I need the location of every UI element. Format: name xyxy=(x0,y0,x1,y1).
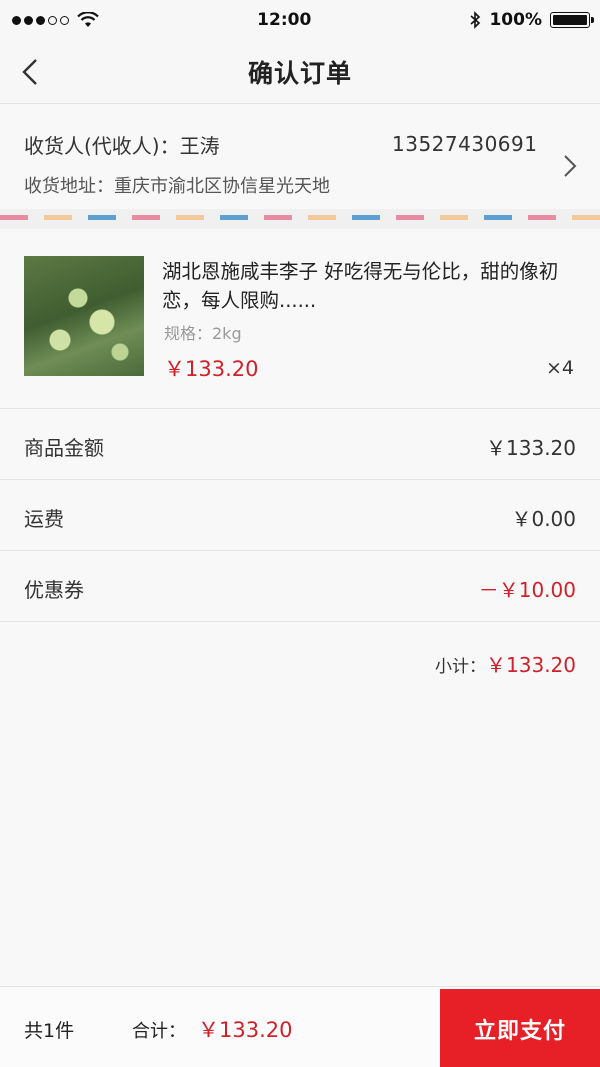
product-item[interactable]: 湖北恩施咸丰李子 好吃得无与伦比，甜的像初恋，每人限购...... 规格：2kg… xyxy=(0,229,600,409)
status-time: 12:00 xyxy=(257,10,312,30)
airmail-stripe-divider xyxy=(0,215,600,220)
fee-label: 商品金额 xyxy=(24,436,104,460)
checkout-bar: 共1件 合计： ￥133.20 立即支付 xyxy=(0,986,600,1067)
item-count: 共1件 xyxy=(24,1020,75,1042)
pay-now-button[interactable]: 立即支付 xyxy=(440,989,600,1067)
fee-value: ￥0.00 xyxy=(511,507,576,531)
product-title: 湖北恩施咸丰李子 好吃得无与伦比，甜的像初恋，每人限购...... xyxy=(162,260,559,312)
recipient-phone: 13527430691 xyxy=(392,132,538,156)
nav-bar: 确认订单 xyxy=(0,40,600,104)
fee-value: ￥133.20 xyxy=(486,436,576,460)
shipping-address-card[interactable]: 收货人(代收人)：王涛 13527430691 收货地址：重庆市渝北区协信星光天… xyxy=(0,104,600,209)
status-left xyxy=(12,12,99,28)
fee-label: 运费 xyxy=(24,507,64,531)
recipient-name: 收货人(代收人)：王涛 xyxy=(24,134,220,158)
page-title: 确认订单 xyxy=(247,58,352,88)
subtotal: 小计： ￥133.20 xyxy=(435,649,576,678)
subtotal-value: ￥133.20 xyxy=(486,653,576,677)
total-label: 合计： xyxy=(132,1021,186,1042)
total-value: ￥133.20 xyxy=(198,1018,293,1042)
product-quantity: ×4 xyxy=(545,357,574,379)
bluetooth-icon xyxy=(470,11,481,29)
shipping-address: 收货地址：重庆市渝北区协信星光天地 xyxy=(24,176,330,197)
back-button[interactable] xyxy=(10,52,50,92)
chevron-right-icon xyxy=(564,155,577,177)
product-price: ￥133.20 xyxy=(164,357,259,381)
fee-label: 优惠券 xyxy=(24,578,84,602)
signal-strength-icon xyxy=(12,15,69,25)
product-image xyxy=(24,256,144,376)
product-spec: 规格：2kg xyxy=(164,324,242,343)
chevron-left-icon xyxy=(22,59,37,85)
status-right: 100% xyxy=(469,10,594,30)
battery-percent: 100% xyxy=(489,10,542,30)
battery-icon xyxy=(550,12,594,28)
fee-row-coupon[interactable]: 优惠券 －￥10.00 xyxy=(0,551,600,622)
wifi-icon xyxy=(77,12,99,27)
subtotal-label: 小计： xyxy=(435,657,487,677)
fee-row-goods-amount: 商品金额 ￥133.20 xyxy=(0,409,600,480)
fee-row-shipping: 运费 ￥0.00 xyxy=(0,480,600,551)
fee-value: －￥10.00 xyxy=(478,578,576,602)
status-bar: 12:00 100% xyxy=(0,0,600,40)
